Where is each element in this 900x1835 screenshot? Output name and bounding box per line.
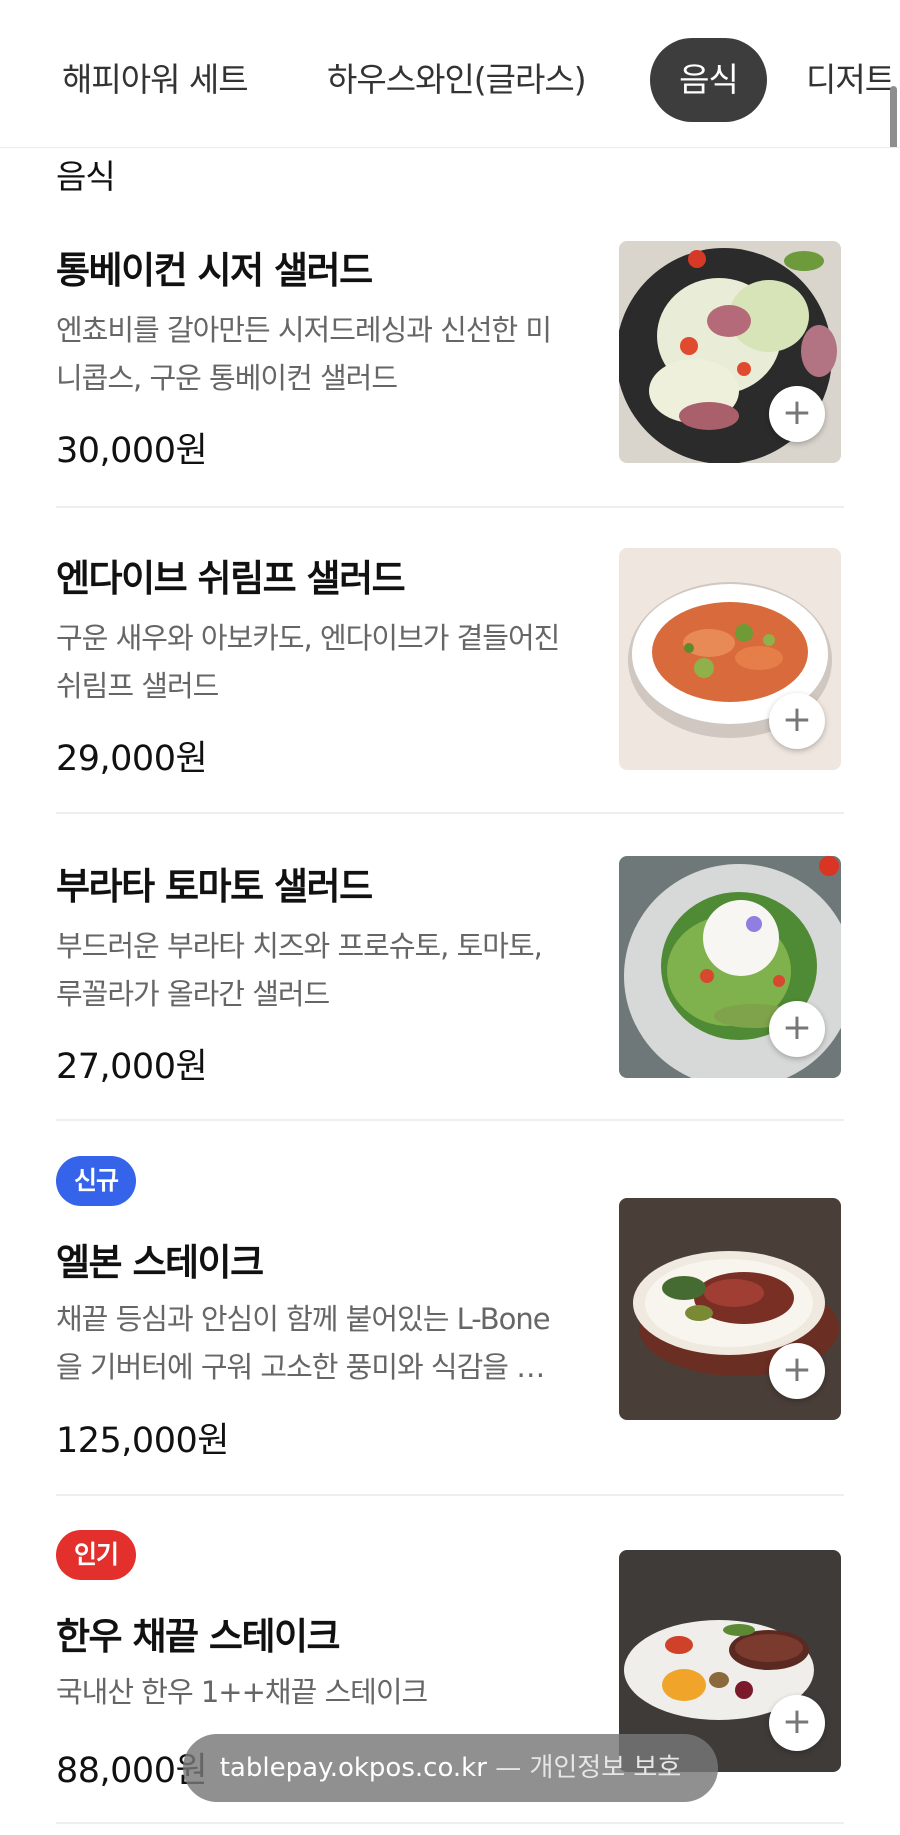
burrata-salad-image[interactable]: +: [619, 856, 841, 1078]
add-to-cart-button[interactable]: +: [769, 386, 825, 442]
popular-badge: 인기: [56, 1530, 137, 1580]
menu-item-description-line: 엔쵸비를 갈아만든 시저드레싱과 신선한 미: [56, 313, 552, 347]
add-to-cart-button[interactable]: +: [769, 693, 825, 749]
category-tab-bar: 해피아워 세트 하우스와인(글라스) 음식 디저트: [0, 0, 900, 148]
tab-house-wine-glass[interactable]: 하우스와인(글라스): [327, 38, 587, 122]
section-title: 음식: [56, 157, 116, 196]
menu-item-description: 구운 새우와 아보카도, 엔다이브가 곁들어진 쉬림프 샐러드: [56, 614, 601, 710]
tab-scroll-indicator[interactable]: [890, 86, 897, 147]
menu-item-description-line: 부드러운 부라타 치즈와 프로슈토, 토마토,: [56, 929, 543, 963]
add-to-cart-button[interactable]: +: [769, 1343, 825, 1399]
menu-item-description-line: 루꼴라가 올라간 샐러드: [56, 977, 330, 1011]
menu-item-name: 엘본 스테이크: [56, 1241, 264, 1284]
menu-item-price: 30,000원: [56, 431, 208, 471]
url-host: tablepay.okpos.co.kr: [219, 1753, 487, 1783]
menu-item-description-line: 니콥스, 구운 통베이컨 샐러드: [56, 361, 398, 395]
menu-item-name: 부라타 토마토 샐러드: [56, 865, 373, 908]
add-to-cart-button[interactable]: +: [769, 1001, 825, 1057]
menu-item-price: 29,000원: [56, 739, 208, 779]
menu-item-description-line: 을 기버터에 구워 고소한 풍미와 식감을 …: [56, 1350, 545, 1384]
item-divider: [56, 1822, 844, 1824]
item-divider: [56, 812, 844, 814]
menu-item-description-line: 쉬림프 샐러드: [56, 669, 219, 703]
menu-item-description-line: 국내산 한우 1++채끝 스테이크: [56, 1675, 428, 1709]
menu-item-name: 엔다이브 쉬림프 샐러드: [56, 557, 406, 600]
menu-item-name: 통베이컨 시저 샐러드: [56, 249, 373, 292]
tab-food[interactable]: 음식: [650, 38, 767, 122]
caesar-salad-image[interactable]: +: [619, 241, 841, 463]
browser-url-bar[interactable]: tablepay.okpos.co.kr — 개인정보 보호: [183, 1734, 718, 1802]
tab-happy-hour-set[interactable]: 해피아워 세트: [62, 38, 249, 122]
menu-item-description: 국내산 한우 1++채끝 스테이크: [56, 1668, 601, 1716]
tab-dessert[interactable]: 디저트: [806, 38, 895, 122]
menu-item-description: 채끝 등심과 안심이 함께 붙어있는 L-Bone 을 기버터에 구워 고소한 …: [56, 1295, 601, 1391]
menu-item-description-line: 채끝 등심과 안심이 함께 붙어있는 L-Bone: [56, 1302, 551, 1336]
shrimp-salad-image[interactable]: +: [619, 548, 841, 770]
new-badge: 신규: [56, 1156, 137, 1206]
menu-item-description: 부드러운 부라타 치즈와 프로슈토, 토마토, 루꼴라가 올라간 샐러드: [56, 922, 601, 1018]
item-divider: [56, 506, 844, 508]
menu-item-price: 125,000원: [56, 1421, 229, 1461]
item-divider: [56, 1119, 844, 1121]
menu-item-description-line: 구운 새우와 아보카도, 엔다이브가 곁들어진: [56, 621, 560, 655]
add-to-cart-button[interactable]: +: [769, 1695, 825, 1751]
item-divider: [56, 1494, 844, 1496]
menu-item-name: 한우 채끝 스테이크: [56, 1615, 341, 1658]
menu-item-price: 27,000원: [56, 1047, 208, 1087]
privacy-label: 개인정보 보호: [529, 1753, 682, 1783]
url-separator: —: [495, 1753, 522, 1783]
lbone-steak-image[interactable]: +: [619, 1198, 841, 1420]
menu-item-description: 엔쵸비를 갈아만든 시저드레싱과 신선한 미 니콥스, 구운 통베이컨 샐러드: [56, 306, 601, 402]
